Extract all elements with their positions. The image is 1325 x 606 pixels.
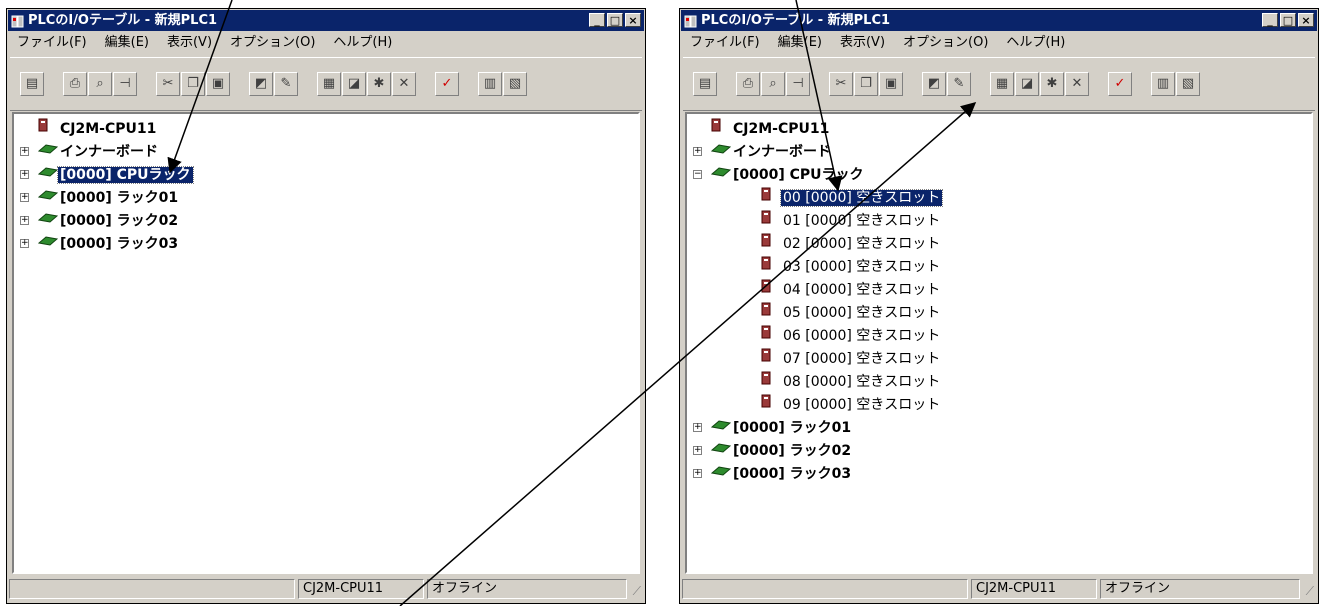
arrow-to-io-table-button [399, 102, 977, 606]
annotation-arrows [167, 0, 977, 606]
arrow-to-slot-00 [795, 0, 843, 192]
arrow-to-cpu-rack [167, 0, 233, 174]
